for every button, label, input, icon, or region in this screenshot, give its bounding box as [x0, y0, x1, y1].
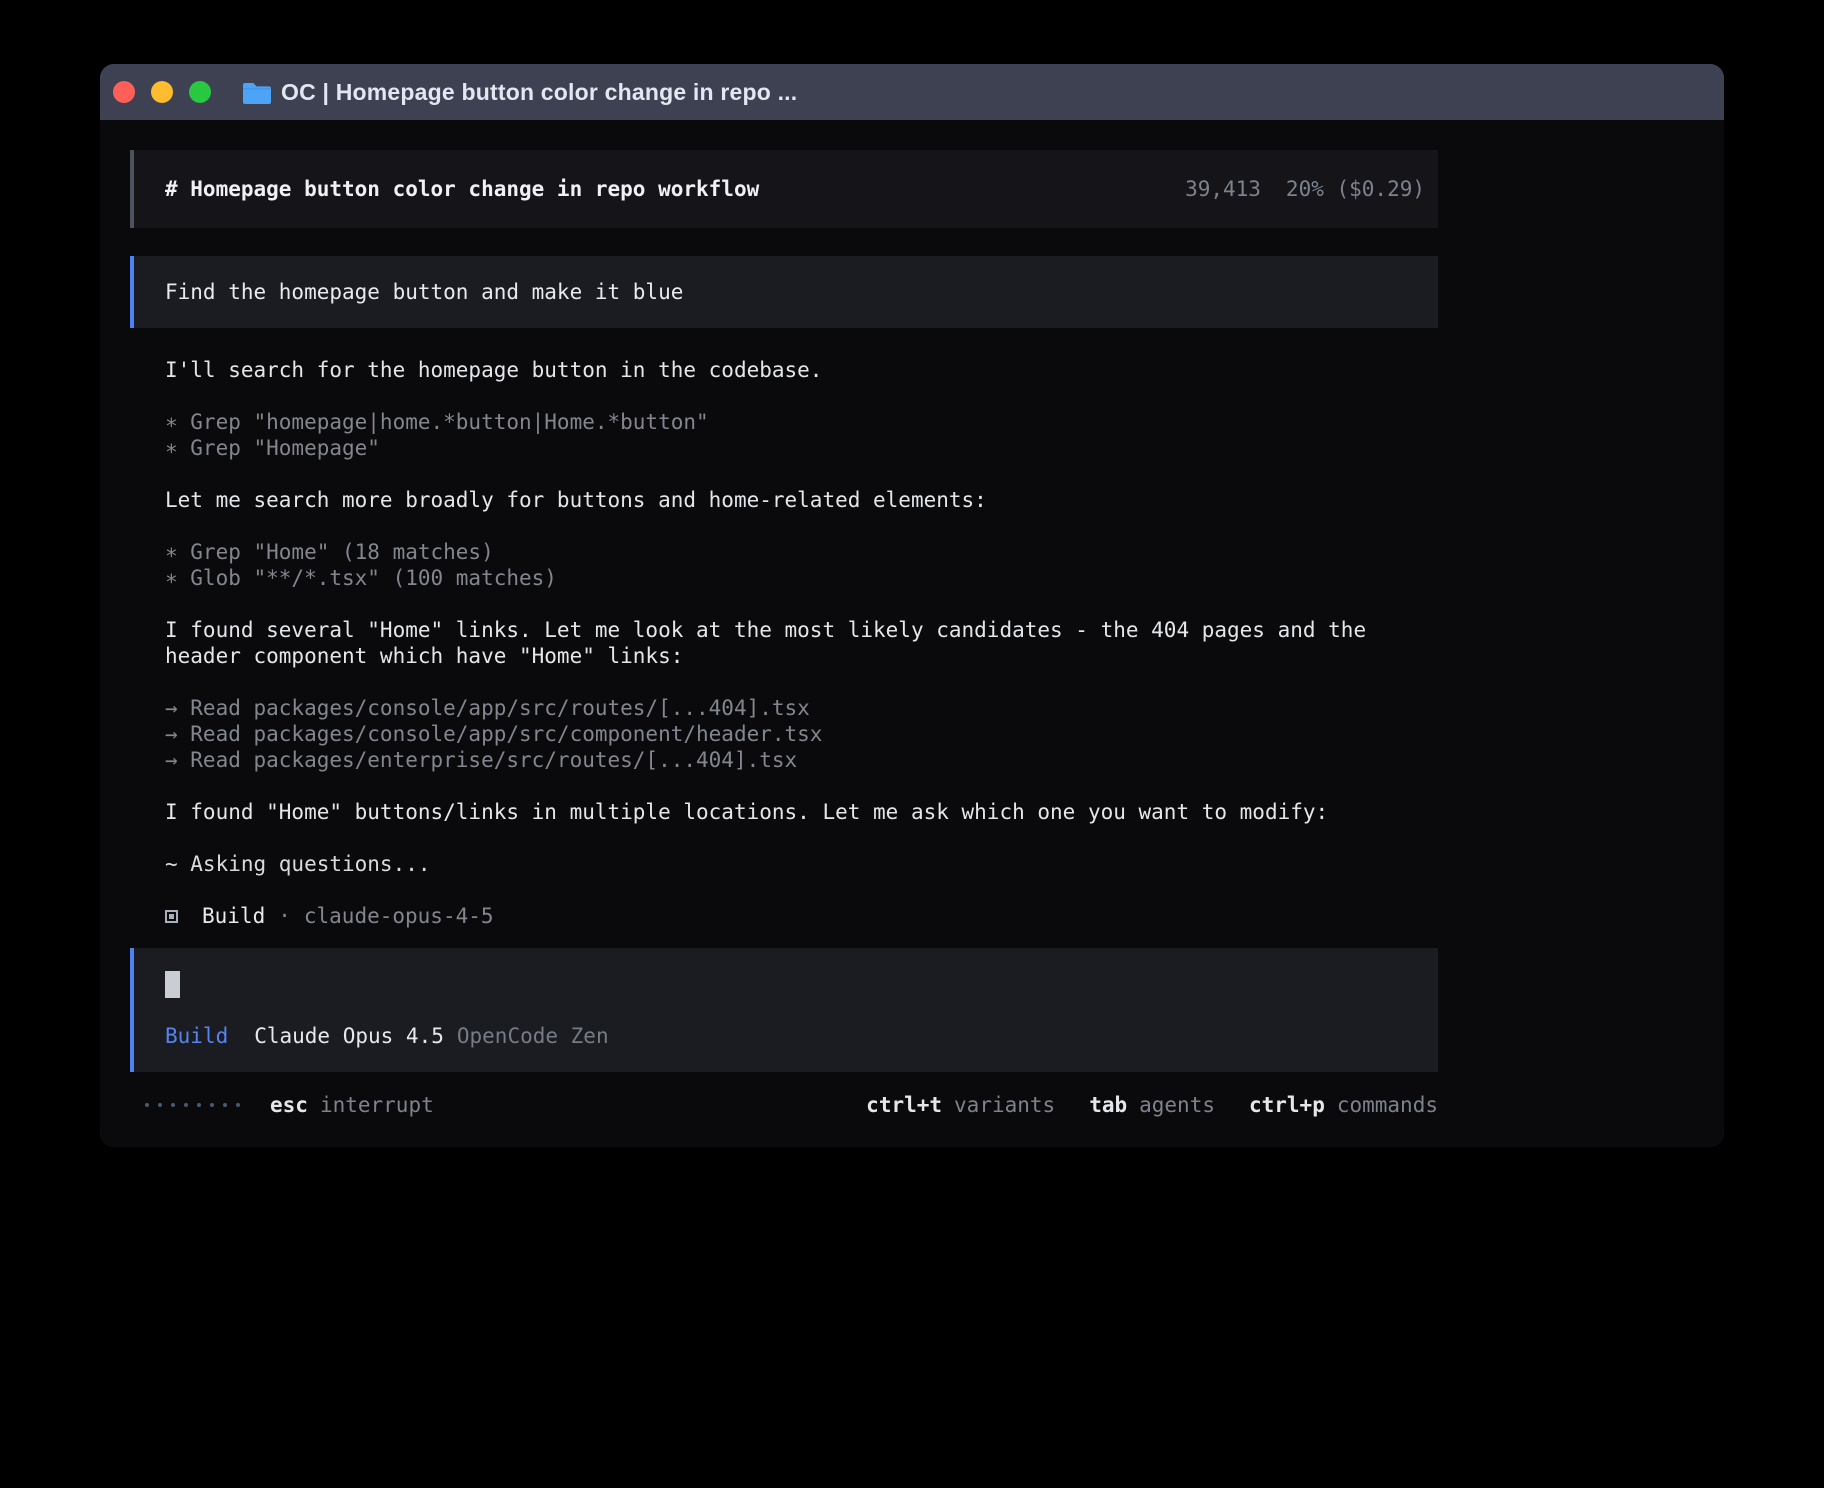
shortcut-label: commands	[1337, 1092, 1438, 1118]
tool-call: ∗ Grep "Home" (18 matches)	[165, 539, 1438, 565]
agent-icon	[165, 910, 178, 923]
traffic-lights	[113, 81, 211, 103]
zoom-button[interactable]	[189, 81, 211, 103]
tool-call-group: ∗ Grep "Home" (18 matches) ∗ Glob "**/*.…	[165, 539, 1438, 591]
status-bar: esc interrupt ctrl+t variants tab agents…	[130, 1092, 1438, 1118]
tool-call: ∗ Glob "**/*.tsx" (100 matches)	[165, 565, 1438, 591]
window-title: OC | Homepage button color change in rep…	[281, 79, 797, 106]
assistant-text: I found several "Home" links. Let me loo…	[165, 617, 1425, 669]
shortcut-commands: ctrl+p commands	[1249, 1092, 1438, 1118]
shortcut-agents: tab agents	[1089, 1092, 1215, 1118]
shortcut-variants: ctrl+t variants	[866, 1092, 1055, 1118]
session-title: # Homepage button color change in repo w…	[165, 176, 759, 202]
status-right: ctrl+t variants tab agents ctrl+p comman…	[866, 1092, 1438, 1118]
shortcut-key: ctrl+t	[866, 1092, 942, 1118]
assistant-text: I found "Home" buttons/links in multiple…	[165, 799, 1425, 825]
context-cost: 20% ($0.29)	[1286, 176, 1425, 202]
shortcut-label: interrupt	[320, 1092, 434, 1118]
spinner-dots	[145, 1103, 240, 1107]
prompt-input[interactable]: Build Claude Opus 4.5 OpenCode Zen	[130, 948, 1438, 1072]
tool-call-group: ∗ Grep "homepage|home.*button|Home.*butt…	[165, 409, 1438, 461]
tool-call: ∗ Grep "homepage|home.*button|Home.*butt…	[165, 409, 1438, 435]
terminal-window: OC | Homepage button color change in rep…	[100, 64, 1724, 1147]
shortcut-key: ctrl+p	[1249, 1092, 1325, 1118]
assistant-text: Let me search more broadly for buttons a…	[165, 487, 1425, 513]
agent-badge: Build · claude-opus-4-5	[165, 903, 1438, 929]
session-stats: 39,413 20% ($0.29)	[1185, 176, 1425, 202]
shortcut-key: tab	[1089, 1092, 1127, 1118]
tool-call: → Read packages/console/app/src/routes/[…	[165, 695, 1438, 721]
text-cursor	[165, 971, 180, 998]
input-model-label: Claude Opus 4.5	[254, 1023, 444, 1049]
tool-call: ∗ Grep "Homepage"	[165, 435, 1438, 461]
window-title-group: OC | Homepage button color change in rep…	[243, 79, 797, 106]
user-message: Find the homepage button and make it blu…	[130, 256, 1438, 328]
window-titlebar[interactable]: OC | Homepage button color change in rep…	[100, 64, 1724, 120]
terminal-body: # Homepage button color change in repo w…	[100, 120, 1724, 1147]
separator-dot: ·	[278, 903, 291, 929]
shortcut-label: variants	[954, 1092, 1055, 1118]
input-provider-label: OpenCode Zen	[457, 1023, 609, 1049]
input-agent-label: Build	[165, 1023, 228, 1049]
shortcut-label: agents	[1139, 1092, 1215, 1118]
tool-call: → Read packages/console/app/src/componen…	[165, 721, 1438, 747]
shortcut-key: esc	[270, 1092, 308, 1118]
status-left: esc interrupt	[130, 1092, 434, 1118]
agent-name: Build	[202, 903, 265, 929]
token-count: 39,413	[1185, 176, 1261, 202]
shortcut-interrupt: esc interrupt	[270, 1092, 434, 1118]
tool-call-group: → Read packages/console/app/src/routes/[…	[165, 695, 1438, 773]
close-button[interactable]	[113, 81, 135, 103]
agent-model: claude-opus-4-5	[304, 903, 494, 929]
user-message-text: Find the homepage button and make it blu…	[165, 279, 683, 305]
model-line: Build Claude Opus 4.5 OpenCode Zen	[165, 1023, 1438, 1049]
session-header: # Homepage button color change in repo w…	[130, 150, 1438, 228]
folder-icon	[243, 81, 271, 104]
conversation: I'll search for the homepage button in t…	[130, 357, 1438, 929]
minimize-button[interactable]	[151, 81, 173, 103]
tool-call: → Read packages/enterprise/src/routes/[.…	[165, 747, 1438, 773]
asking-status: ~ Asking questions...	[165, 851, 1438, 877]
assistant-text: I'll search for the homepage button in t…	[165, 357, 1425, 383]
